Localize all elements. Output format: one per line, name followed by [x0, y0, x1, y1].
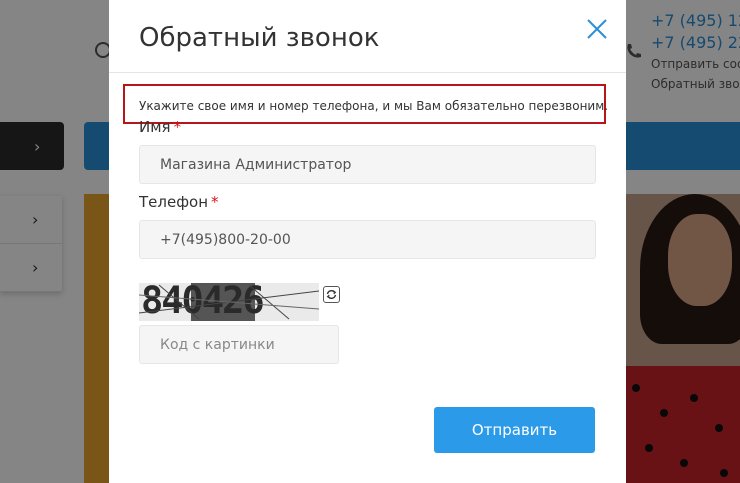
- required-mark: *: [173, 118, 182, 136]
- callback-modal: Обратный звонок Укажите свое имя и номер…: [109, 0, 626, 483]
- notice-text: Укажите свое имя и номер телефона, и мы …: [139, 99, 609, 113]
- captcha-image: 840426: [139, 283, 319, 321]
- name-label-text: Имя: [139, 118, 171, 136]
- close-icon[interactable]: [585, 17, 609, 41]
- divider: [109, 72, 626, 73]
- refresh-captcha-icon[interactable]: [323, 286, 340, 303]
- notice-box: Укажите свое имя и номер телефона, и мы …: [123, 84, 609, 124]
- required-mark: *: [211, 193, 219, 211]
- name-label: Имя *: [139, 118, 181, 136]
- modal-title: Обратный звонок: [139, 23, 380, 53]
- phone-label: Телефон *: [139, 193, 219, 211]
- phone-input[interactable]: [139, 220, 596, 259]
- name-input[interactable]: [139, 145, 596, 184]
- captcha-input[interactable]: [139, 325, 339, 364]
- submit-button[interactable]: Отправить: [434, 407, 595, 453]
- phone-label-text: Телефон: [139, 193, 209, 211]
